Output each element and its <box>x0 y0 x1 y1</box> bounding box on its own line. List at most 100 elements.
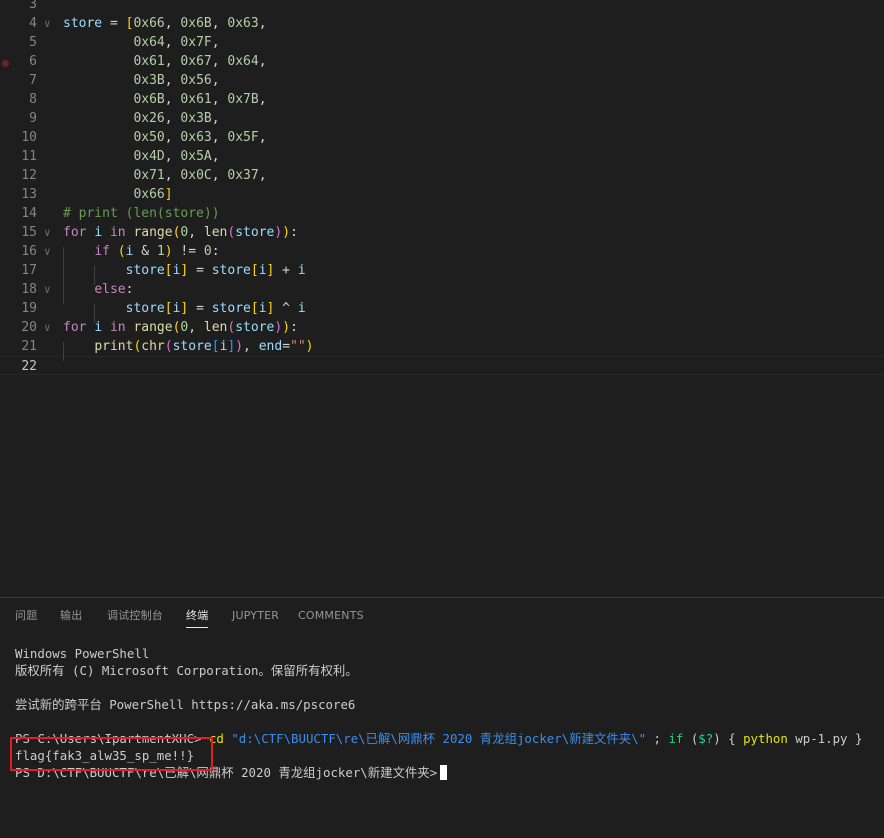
code-token: 1 <box>156 244 165 259</box>
code-token: & <box>133 244 157 259</box>
code-token: 0x6B <box>180 16 212 31</box>
code-token: , <box>211 92 228 107</box>
code-token: = <box>282 339 291 354</box>
code-line[interactable]: 8 0x6B, 0x61, 0x7B, <box>0 90 884 109</box>
code-line[interactable]: 5 0x64, 0x7F, <box>0 33 884 52</box>
cmd-var: $? <box>698 731 714 746</box>
tab-terminal[interactable]: 终端 <box>186 608 209 628</box>
chevron-down-icon[interactable]: ∨ <box>44 14 56 33</box>
code-token: for <box>63 320 87 335</box>
code-text: 0x6B, 0x61, 0x7B, <box>63 90 267 109</box>
code-token: 0x50 <box>133 130 165 145</box>
code-token: # print (len(store)) <box>63 206 220 221</box>
code-line[interactable]: 21 print(chr(store[i]), end="") <box>0 337 884 356</box>
code-line[interactable]: 10 0x50, 0x63, 0x5F, <box>0 128 884 147</box>
code-line[interactable]: 17 store[i] = store[i] + i <box>0 261 884 280</box>
cmd-close: ) { <box>713 731 744 746</box>
code-token: ) <box>305 339 314 354</box>
code-token: , <box>164 149 181 164</box>
code-line[interactable]: 18 ∨ else: <box>0 280 884 299</box>
terminal-line: 尝试新的跨平台 PowerShell https://aka.ms/pscore… <box>15 697 356 712</box>
line-number: 9 <box>29 111 37 126</box>
code-token: range <box>133 320 173 335</box>
code-token: , <box>188 320 204 335</box>
code-token: print <box>94 339 134 354</box>
code-line[interactable]: 12 0x71, 0x0C, 0x37, <box>0 166 884 185</box>
code-line[interactable]: 4 ∨ store = [0x66, 0x6B, 0x63, <box>0 14 884 33</box>
chevron-down-icon[interactable]: ∨ <box>44 242 56 261</box>
code-text: 0x61, 0x67, 0x64, <box>63 52 266 71</box>
code-token: ) <box>164 244 173 259</box>
code-line[interactable]: 13 0x66] <box>0 185 884 204</box>
code-token: 0x66 <box>133 16 165 31</box>
code-line[interactable]: 3 <box>0 0 884 14</box>
indent-guide <box>63 247 64 304</box>
tab-comments[interactable]: COMMENTS <box>298 608 364 624</box>
code-token: , <box>243 339 259 354</box>
code-token: 0x63 <box>180 130 212 145</box>
code-token: ) <box>235 339 244 354</box>
code-text: store[i] = store[i] ^ i <box>63 299 306 318</box>
code-token: 0x7F <box>180 35 212 50</box>
chevron-down-icon[interactable]: ∨ <box>44 318 56 337</box>
code-token: , <box>211 111 220 126</box>
code-token: i <box>258 301 267 316</box>
terminal-line: 版权所有 (C) Microsoft Corporation。保留所有权利。 <box>15 663 358 678</box>
code-token: , <box>211 35 220 50</box>
indent-guide <box>94 266 95 285</box>
tab-jupyter[interactable]: JUPYTER <box>232 608 279 624</box>
code-token: , <box>188 225 204 240</box>
chevron-down-icon[interactable]: ∨ <box>44 280 56 299</box>
code-line[interactable]: 22 <box>0 356 884 375</box>
code-token: range <box>133 225 173 240</box>
code-token: , <box>164 130 181 145</box>
code-line[interactable]: 7 0x3B, 0x56, <box>0 71 884 90</box>
code-line[interactable]: 20 ∨ for i in range(0, len(store)): <box>0 318 884 337</box>
code-line[interactable]: 16 ∨ if (i & 1) != 0: <box>0 242 884 261</box>
code-token: len <box>203 225 228 240</box>
line-number: 7 <box>29 73 37 88</box>
terminal-line: Windows PowerShell <box>15 646 150 661</box>
code-text: 0x64, 0x7F, <box>63 33 220 52</box>
code-text: 0x3B, 0x56, <box>63 71 219 90</box>
code-line[interactable]: 14 # print (len(store)) <box>0 204 884 223</box>
line-number: 3 <box>29 0 37 12</box>
tab-problems[interactable]: 问题 <box>15 608 37 624</box>
code-line[interactable]: 9 0x26, 0x3B, <box>0 109 884 128</box>
code-token: [ <box>164 301 173 316</box>
code-text: 0x4D, 0x5A, <box>63 147 219 166</box>
code-text: print(chr(store[i]), end="") <box>63 337 314 356</box>
code-token: , <box>258 92 267 107</box>
code-token: i <box>258 263 267 278</box>
code-token: , <box>211 168 228 183</box>
code-token: store <box>63 16 103 31</box>
code-line[interactable]: 11 0x4D, 0x5A, <box>0 147 884 166</box>
code-token: 0x6B <box>133 92 165 107</box>
code-token: ) <box>274 320 283 335</box>
tab-debug-console[interactable]: 调试控制台 <box>107 608 163 624</box>
code-line[interactable]: 15 ∨ for i in range(0, len(store)): <box>0 223 884 242</box>
code-token: for <box>63 225 87 240</box>
chevron-down-icon[interactable]: ∨ <box>44 223 56 242</box>
code-token: end <box>258 339 283 354</box>
code-token: 0x67 <box>180 54 212 69</box>
code-editor[interactable]: 3 4 ∨ store = [0x66, 0x6B, 0x63, 5 0x64, 0x7… <box>0 0 884 597</box>
code-token: = <box>188 263 212 278</box>
tab-output[interactable]: 输出 <box>60 608 82 624</box>
code-line[interactable]: 19 store[i] = store[i] ^ i <box>0 299 884 318</box>
code-token: : <box>290 320 298 335</box>
code-token: store <box>235 225 275 240</box>
line-number: 18 <box>21 282 37 297</box>
line-number: 12 <box>21 168 37 183</box>
code-text: for i in range(0, len(store)): <box>63 223 298 242</box>
code-token: ) <box>282 225 291 240</box>
code-token: : <box>290 225 298 240</box>
code-token: , <box>258 168 267 183</box>
code-line[interactable]: 6 0x61, 0x67, 0x64, <box>0 52 884 71</box>
code-text: 0x50, 0x63, 0x5F, <box>63 128 266 147</box>
